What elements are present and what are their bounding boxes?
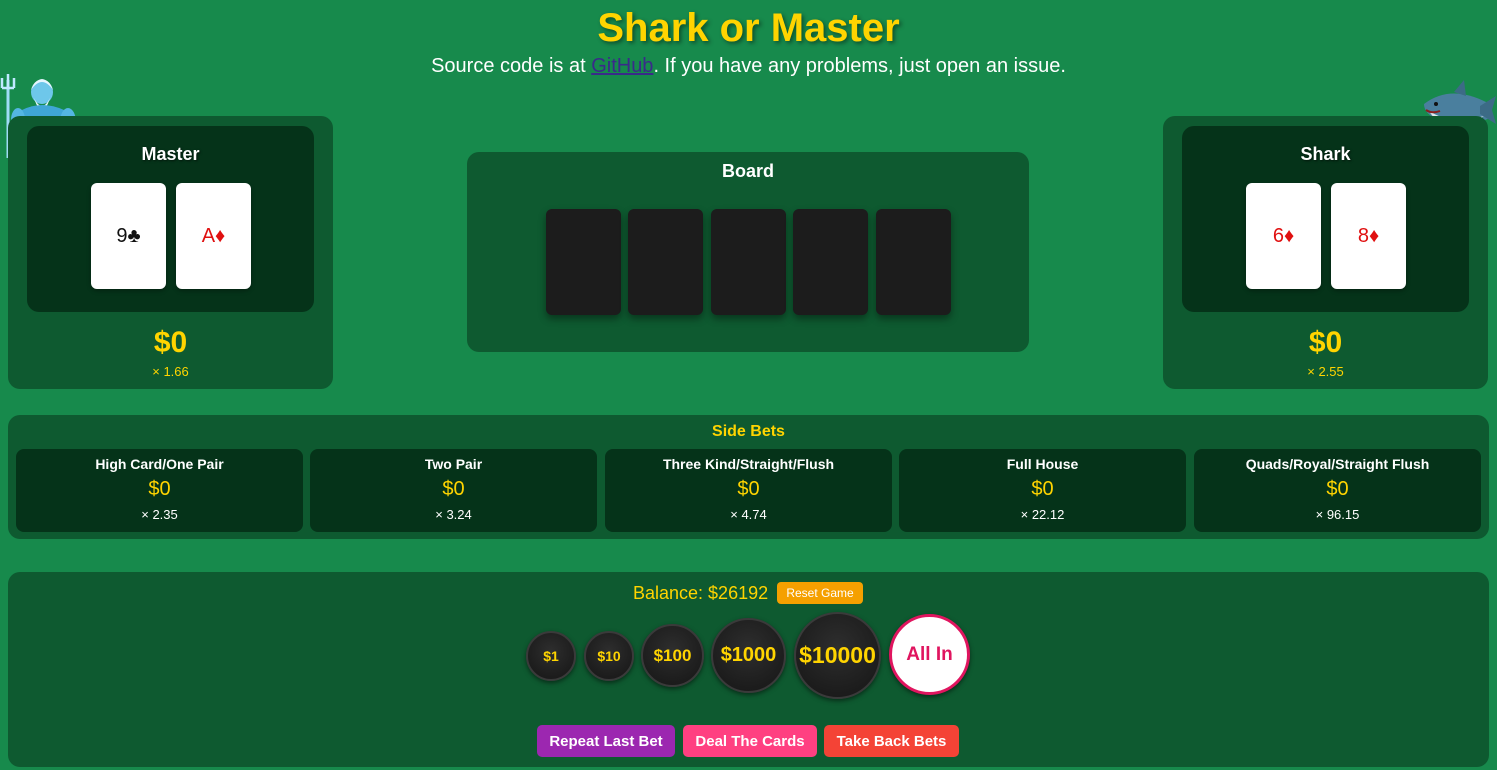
page-subtitle: Source code is at GitHub. If you have an… bbox=[0, 55, 1497, 78]
reset-game-button[interactable]: Reset Game bbox=[777, 582, 863, 604]
subtitle-prefix: Source code is at bbox=[431, 55, 592, 77]
master-hand: Master 9♣ A♦ bbox=[27, 126, 314, 312]
side-bet-label: Quads/Royal/Straight Flush bbox=[1245, 456, 1430, 472]
chip-1000[interactable]: $1000 bbox=[711, 618, 786, 693]
side-bet-amount: $0 bbox=[1326, 478, 1349, 500]
shark-card-1: 6♦ bbox=[1246, 183, 1321, 289]
side-bet-multiplier: × 96.15 bbox=[1315, 507, 1360, 522]
shark-bet-amount: $0 bbox=[1308, 326, 1343, 359]
side-bet-multiplier: × 4.74 bbox=[730, 507, 767, 522]
side-bet-multiplier: × 2.35 bbox=[141, 507, 178, 522]
side-bet-label: High Card/One Pair bbox=[95, 456, 224, 472]
subtitle-suffix: . If you have any problems, just open an… bbox=[653, 55, 1066, 77]
side-bet-full-house[interactable]: Full House $0 × 22.12 bbox=[899, 449, 1186, 532]
side-bet-label: Two Pair bbox=[424, 456, 483, 472]
shark-multiplier: × 2.55 bbox=[1307, 364, 1344, 379]
balance-display: Balance: $26192 bbox=[633, 583, 769, 603]
side-bets-title: Side Bets bbox=[712, 423, 785, 440]
page-title: Shark or Master bbox=[597, 6, 900, 50]
chip-10000[interactable]: $10000 bbox=[794, 612, 881, 699]
side-bet-amount: $0 bbox=[1031, 478, 1054, 500]
side-bet-two-pair[interactable]: Two Pair $0 × 3.24 bbox=[310, 449, 597, 532]
master-multiplier: × 1.66 bbox=[152, 364, 189, 379]
side-bet-high-card[interactable]: High Card/One Pair $0 × 2.35 bbox=[16, 449, 303, 532]
side-bet-amount: $0 bbox=[737, 478, 760, 500]
board-title: Board bbox=[721, 161, 774, 181]
board-card-3 bbox=[711, 209, 786, 315]
chip-1[interactable]: $1 bbox=[526, 631, 576, 681]
side-bet-label: Three Kind/Straight/Flush bbox=[662, 456, 835, 472]
side-bet-multiplier: × 3.24 bbox=[435, 507, 472, 522]
side-bet-three-kind[interactable]: Three Kind/Straight/Flush $0 × 4.74 bbox=[605, 449, 892, 532]
side-bet-amount: $0 bbox=[148, 478, 171, 500]
side-bet-quads[interactable]: Quads/Royal/Straight Flush $0 × 96.15 bbox=[1194, 449, 1481, 532]
board-card-1 bbox=[546, 209, 621, 315]
shark-hand: Shark 6♦ 8♦ bbox=[1182, 126, 1469, 312]
master-card-2: A♦ bbox=[176, 183, 251, 289]
board-card-2 bbox=[628, 209, 703, 315]
shark-panel[interactable]: Shark 6♦ 8♦ $0 × 2.55 bbox=[1163, 116, 1488, 389]
all-in-button[interactable]: All In bbox=[889, 614, 970, 695]
master-bet-amount: $0 bbox=[153, 326, 188, 359]
side-bet-multiplier: × 22.12 bbox=[1020, 507, 1065, 522]
deal-cards-button[interactable]: Deal The Cards bbox=[683, 725, 817, 757]
chip-10[interactable]: $10 bbox=[584, 631, 634, 681]
controls-panel: Balance: $26192 Reset Game $1 $10 $100 $… bbox=[8, 572, 1489, 767]
master-card-1: 9♣ bbox=[91, 183, 166, 289]
board-card-5 bbox=[876, 209, 951, 315]
chip-100[interactable]: $100 bbox=[641, 624, 704, 687]
board-panel: Board bbox=[467, 152, 1029, 352]
side-bet-amount: $0 bbox=[442, 478, 465, 500]
board-card-4 bbox=[793, 209, 868, 315]
master-panel[interactable]: Master 9♣ A♦ $0 × 1.66 bbox=[8, 116, 333, 389]
github-link[interactable]: GitHub bbox=[591, 55, 653, 77]
shark-name: Shark bbox=[1300, 144, 1351, 164]
side-bets-panel: Side Bets High Card/One Pair $0 × 2.35 T… bbox=[8, 415, 1489, 539]
take-back-bets-button[interactable]: Take Back Bets bbox=[824, 725, 959, 757]
master-name: Master bbox=[141, 144, 200, 164]
shark-card-2: 8♦ bbox=[1331, 183, 1406, 289]
repeat-last-bet-button[interactable]: Repeat Last Bet bbox=[537, 725, 675, 757]
side-bet-label: Full House bbox=[1006, 456, 1079, 472]
